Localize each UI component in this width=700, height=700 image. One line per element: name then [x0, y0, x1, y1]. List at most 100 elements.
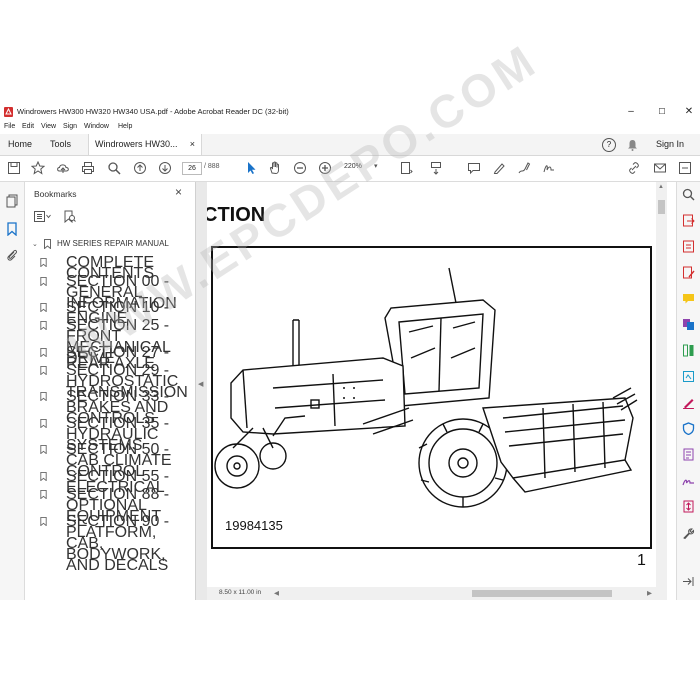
protect-shield-icon[interactable] — [682, 422, 695, 435]
document-viewport[interactable]: CTION 19984135 1 — [207, 182, 656, 587]
horizontal-scroll-thumb[interactable] — [472, 590, 612, 597]
bookmark-root[interactable]: HW SERIES REPAIR MANUAL — [57, 239, 169, 248]
comment-icon[interactable] — [466, 160, 482, 176]
page-size-label: 8.50 x 11.00 in — [219, 589, 262, 596]
collapse-right-panel-icon[interactable] — [682, 575, 695, 588]
bookmarks-close-icon[interactable]: × — [175, 185, 182, 199]
zoom-in-icon[interactable] — [317, 160, 333, 176]
compress-pdf-icon[interactable] — [682, 500, 695, 513]
bell-icon[interactable] — [627, 139, 638, 151]
email-icon[interactable] — [652, 160, 668, 176]
menu-help[interactable]: Help — [118, 123, 132, 130]
maximize-button[interactable]: ☐ — [651, 104, 673, 120]
section-heading: CTION — [207, 204, 266, 226]
tab-document-label: Windrowers HW30... — [95, 139, 178, 149]
select-arrow-icon[interactable] — [243, 160, 259, 176]
bookmark-options-icon[interactable] — [34, 211, 52, 222]
draw-icon[interactable] — [516, 160, 532, 176]
figure-label: 1 — [637, 552, 646, 569]
edit-pdf-icon[interactable] — [682, 266, 695, 279]
tab-home[interactable]: Home — [0, 134, 40, 155]
vertical-scrollbar[interactable]: ▲ — [656, 182, 667, 587]
highlight-pen-icon[interactable] — [491, 160, 507, 176]
bookmarks-panel-icon[interactable] — [5, 222, 19, 236]
minimize-button[interactable]: – — [620, 104, 642, 120]
sign-icon[interactable] — [541, 160, 557, 176]
title-bar: Windrowers HW300 HW320 HW340 USA.pdf - A… — [0, 103, 700, 121]
zoom-level-select[interactable]: 220% — [344, 163, 362, 170]
acrobat-icon — [4, 107, 13, 117]
menu-window[interactable]: Window — [84, 123, 109, 130]
menu-edit[interactable]: Edit — [22, 123, 34, 130]
tab-close-icon[interactable]: × — [190, 134, 195, 155]
bookmark-icon — [40, 517, 47, 526]
comment-tool-icon[interactable] — [682, 292, 695, 305]
more-tools-wrench-icon[interactable] — [682, 527, 695, 540]
bookmark-icon — [40, 490, 47, 499]
enhance-scans-icon[interactable] — [682, 370, 695, 383]
more-tools-icon[interactable] — [677, 160, 693, 176]
organize-pages-icon[interactable] — [682, 344, 695, 357]
collapse-chevron-down-icon[interactable]: ⌄ — [32, 240, 38, 248]
panel-splitter[interactable]: ◀ — [196, 182, 207, 600]
bookmark-icon — [44, 239, 51, 249]
upload-cloud-icon[interactable] — [55, 160, 71, 176]
export-pdf-icon[interactable] — [682, 214, 695, 227]
left-navigation-rail — [0, 182, 25, 600]
bookmark-icon — [40, 472, 47, 481]
attachments-paperclip-icon[interactable] — [5, 248, 19, 262]
combine-files-icon[interactable] — [682, 318, 695, 331]
bookmark-icon — [40, 277, 47, 286]
scroll-mode-icon[interactable] — [428, 160, 444, 176]
fill-sign-icon[interactable] — [682, 396, 695, 409]
scroll-left-arrow-icon[interactable]: ◀ — [274, 589, 279, 597]
sign-in-link[interactable]: Sign In — [656, 134, 684, 155]
create-pdf-icon[interactable] — [682, 240, 695, 253]
menu-sign[interactable]: Sign — [63, 123, 77, 130]
bookmark-icon — [40, 392, 47, 401]
page-number-input[interactable]: 26 — [182, 162, 202, 175]
bookmark-icon — [40, 303, 47, 312]
menu-file[interactable]: File — [4, 123, 15, 130]
tab-tools[interactable]: Tools — [42, 134, 79, 155]
page-total: / 888 — [204, 163, 220, 170]
figure-number: 19984135 — [225, 518, 283, 533]
share-link-icon[interactable] — [626, 160, 642, 176]
hand-tool-icon[interactable] — [267, 160, 283, 176]
search-icon[interactable] — [106, 160, 122, 176]
bookmark-star-icon[interactable] — [30, 160, 46, 176]
prepare-form-icon[interactable] — [682, 448, 695, 461]
save-icon[interactable] — [6, 160, 22, 176]
bookmark-icon — [40, 258, 47, 267]
toolbar: 26 / 888 220% ▾ — [0, 156, 700, 182]
scroll-right-arrow-icon[interactable]: ▶ — [647, 589, 652, 597]
bookmark-icon — [40, 419, 47, 428]
collapse-panel-arrow-icon[interactable]: ◀ — [198, 380, 203, 388]
send-for-signature-icon[interactable] — [682, 474, 695, 487]
find-bookmark-icon[interactable] — [64, 210, 76, 223]
right-tools-rail — [676, 182, 700, 600]
tab-document[interactable]: Windrowers HW30... × — [88, 134, 202, 155]
bookmark-icon — [40, 366, 47, 375]
close-window-button[interactable]: ✕ — [678, 104, 700, 120]
search-tool-icon[interactable] — [682, 188, 695, 201]
menu-view[interactable]: View — [41, 123, 56, 130]
bookmark-label: SECTION 90 - PLATFORM, CAB, BODYWORK, AN… — [66, 513, 170, 574]
tab-bar: Home Tools Windrowers HW30... × ? Sign I… — [0, 134, 700, 156]
previous-page-icon[interactable] — [132, 160, 148, 176]
bookmark-icon — [40, 348, 47, 357]
figure-frame: 19984135 — [211, 246, 652, 549]
zoom-chevron-down-icon[interactable]: ▾ — [374, 162, 378, 170]
print-icon[interactable] — [80, 160, 96, 176]
windrower-illustration — [214, 267, 638, 508]
next-page-icon[interactable] — [157, 160, 173, 176]
page-thumbnails-icon[interactable] — [5, 194, 19, 208]
bookmarks-title: Bookmarks — [34, 189, 77, 199]
vertical-scroll-thumb[interactable] — [658, 200, 665, 214]
scroll-up-arrow-icon[interactable]: ▲ — [658, 184, 664, 190]
horizontal-scrollbar[interactable]: 8.50 x 11.00 in ◀ ▶ — [207, 587, 667, 600]
zoom-out-icon[interactable] — [292, 160, 308, 176]
window-title: Windrowers HW300 HW320 HW340 USA.pdf - A… — [17, 107, 289, 116]
fit-page-icon[interactable] — [398, 160, 414, 176]
help-icon[interactable]: ? — [602, 138, 616, 152]
